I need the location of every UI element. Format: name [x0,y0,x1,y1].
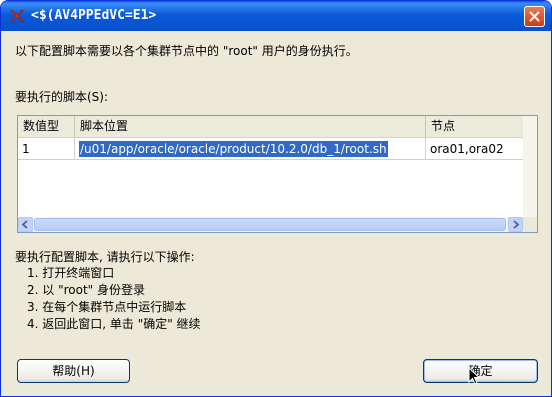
cell-nodes: ora01,ora02 [426,138,523,160]
cell-location[interactable]: /u01/app/oracle/oracle/product/10.2.0/db… [75,138,426,160]
table-row[interactable]: 1 /u01/app/oracle/oracle/product/10.2.0/… [18,138,523,160]
dialog-window: <$(AV4PPEdVC=E1> 以下配置脚本需要以各个集群节点中的 "root… [0,0,552,397]
step-1: 1. 打开终端窗口 [27,266,115,280]
mouse-cursor-icon [468,366,481,388]
arrow-right-icon [509,220,522,232]
scroll-left-button[interactable] [18,217,33,232]
horizontal-scrollbar[interactable] [18,217,523,232]
location-selected-text: /u01/app/oracle/oracle/product/10.2.0/db… [79,141,388,157]
dialog-body: 以下配置脚本需要以各个集群节点中的 "root" 用户的身份执行。 要执行的脚本… [4,31,548,393]
window-title: <$(AV4PPEdVC=E1> [31,8,157,23]
ok-button[interactable]: 确定 [423,359,538,383]
header-location[interactable]: 脚本位置 [75,116,426,137]
header-number[interactable]: 数值型 [18,116,75,137]
title-bar[interactable]: <$(AV4PPEdVC=E1> [1,1,551,31]
scroll-thumb[interactable] [34,218,506,231]
close-button[interactable] [524,6,545,27]
scripts-table[interactable]: 数值型 脚本位置 节点 1 /u01/app/oracle/oracle/pro… [17,115,538,233]
header-nodes[interactable]: 节点 [426,116,523,137]
help-button[interactable]: 帮助(H) [17,359,130,383]
step-2: 2. 以 "root" 身份登录 [27,283,145,297]
instructions-title: 要执行配置脚本, 请执行以下操作: [15,250,195,264]
scripts-label: 要执行的脚本(S): [15,90,109,104]
arrow-left-icon [19,220,32,232]
vertical-scrollbar[interactable] [523,116,537,232]
cell-number: 1 [18,138,75,160]
table-header: 数值型 脚本位置 节点 [18,116,537,138]
step-4: 4. 返回此窗口, 单击 "确定" 继续 [27,317,201,331]
scroll-corner [523,217,537,232]
app-x-icon [9,8,25,24]
step-3: 3. 在每个集群节点中运行脚本 [27,300,187,314]
intro-text: 以下配置脚本需要以各个集群节点中的 "root" 用户的身份执行。 [15,44,358,58]
scroll-right-button[interactable] [508,217,523,232]
